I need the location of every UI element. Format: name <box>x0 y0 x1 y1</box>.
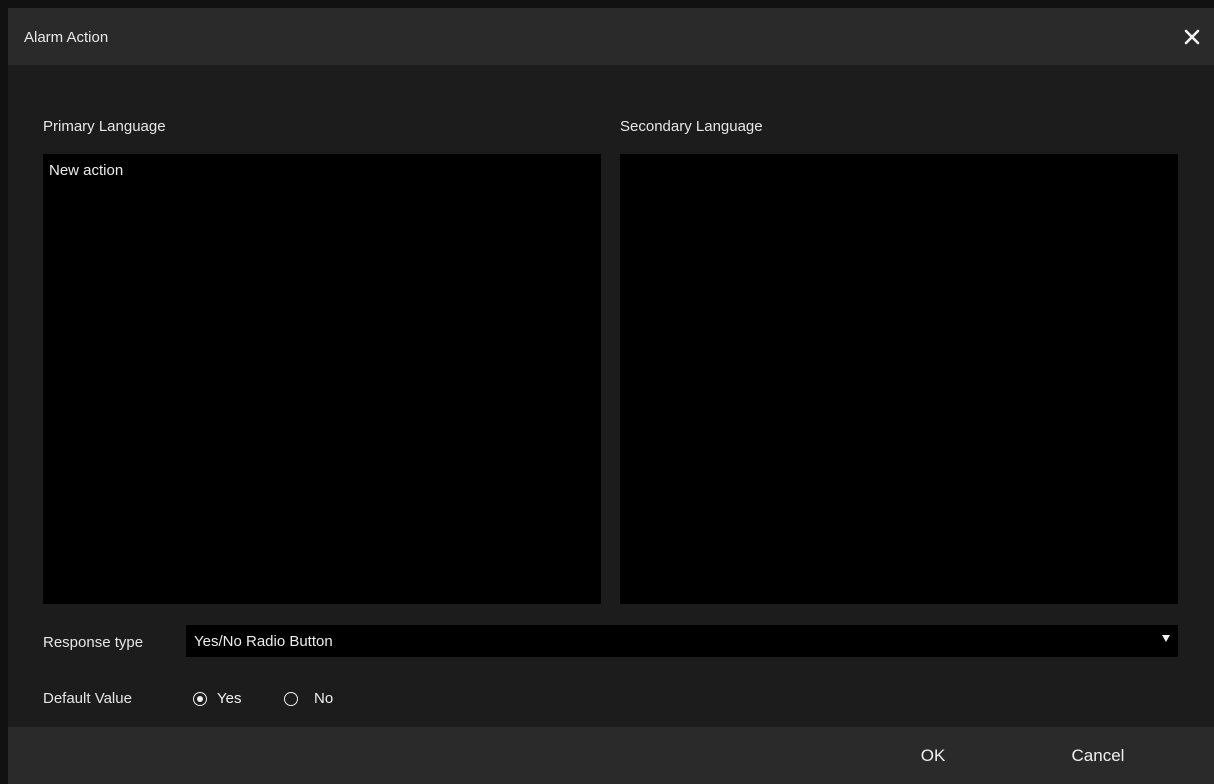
dialog-title: Alarm Action <box>24 29 109 46</box>
primary-language-textarea[interactable]: New action <box>43 154 601 604</box>
secondary-language-label: Secondary Language <box>620 118 763 135</box>
response-type-value: Yes/No Radio Button <box>194 633 333 650</box>
radio-yes-label[interactable]: Yes <box>217 690 241 707</box>
response-type-select[interactable]: Yes/No Radio Button <box>186 625 1178 657</box>
response-type-label: Response type <box>43 634 144 651</box>
title-bar: Alarm Action <box>8 8 1214 65</box>
secondary-language-textarea[interactable] <box>620 154 1178 604</box>
radio-no-label[interactable]: No <box>314 690 333 707</box>
default-value-label: Default Value <box>43 690 132 707</box>
alarm-action-dialog: Alarm Action Primary Language New action… <box>8 8 1214 784</box>
dialog-footer: OK Cancel <box>8 727 1214 784</box>
ok-button[interactable]: OK <box>903 741 963 771</box>
radio-yes[interactable] <box>193 692 207 706</box>
cancel-button[interactable]: Cancel <box>1048 741 1148 771</box>
primary-language-label: Primary Language <box>43 118 166 135</box>
close-icon <box>1184 29 1200 45</box>
radio-no[interactable] <box>284 692 298 706</box>
dropdown-arrow-icon <box>1162 635 1170 642</box>
close-button[interactable] <box>1176 22 1208 52</box>
